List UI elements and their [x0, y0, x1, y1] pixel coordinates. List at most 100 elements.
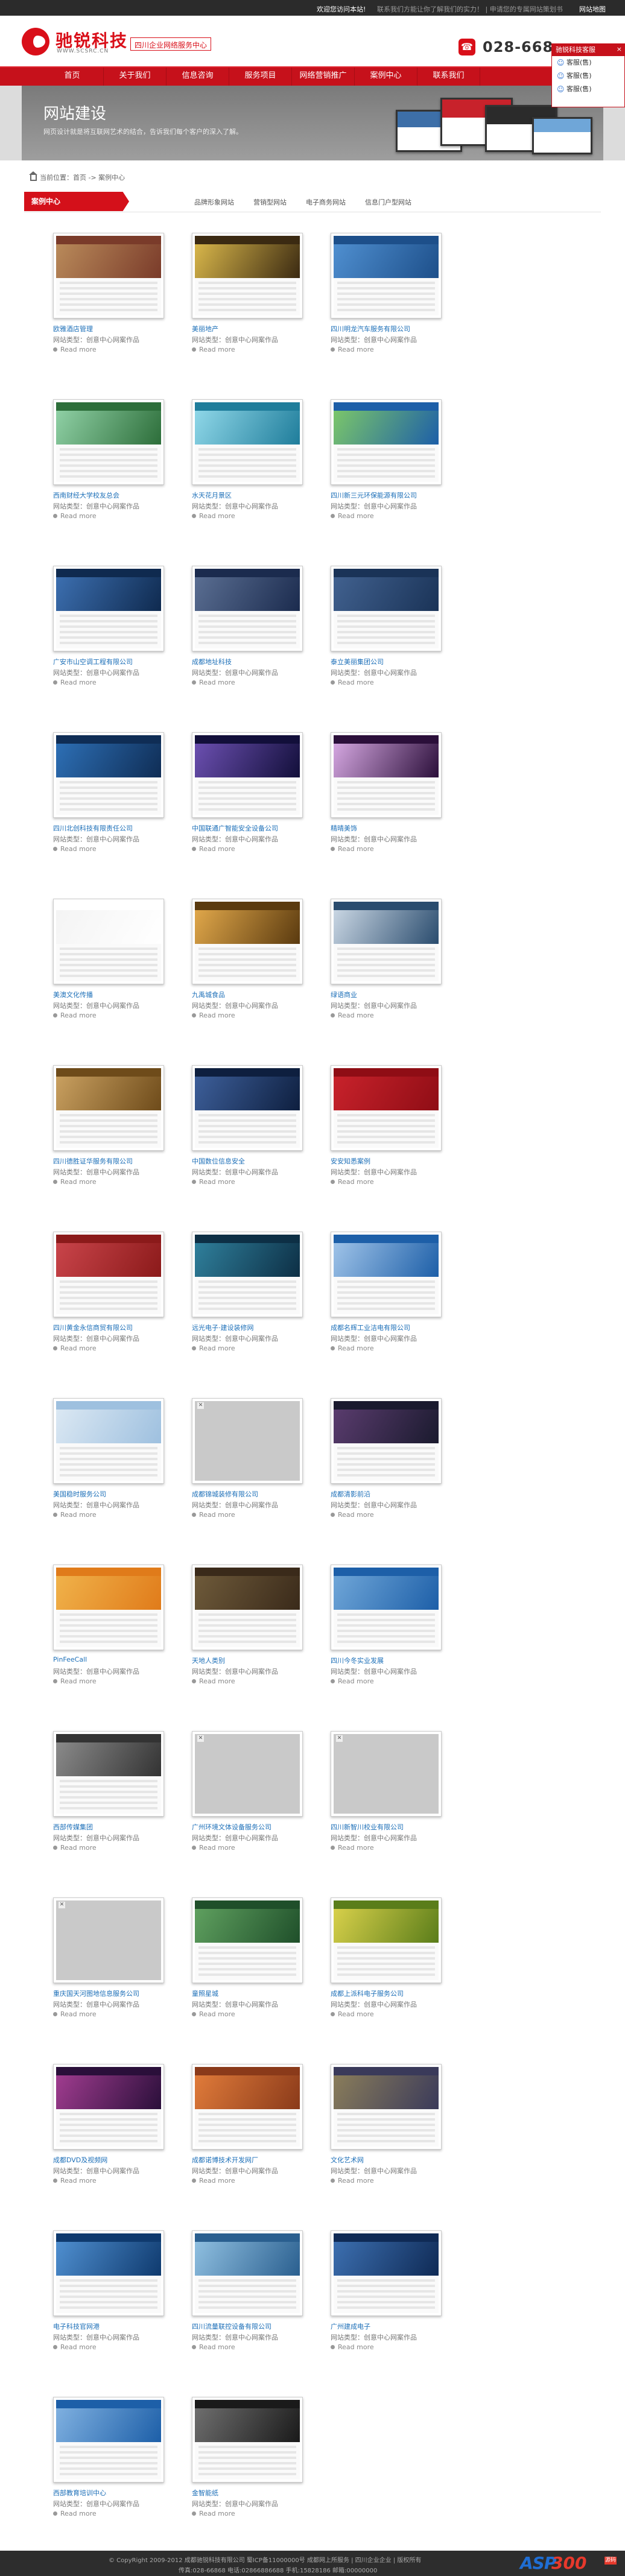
case-thumbnail[interactable] [331, 1232, 442, 1317]
case-thumbnail[interactable] [53, 899, 164, 984]
case-title-link[interactable]: 四川今冬实业发展 [331, 1656, 384, 1665]
case-thumbnail[interactable] [192, 2064, 303, 2150]
category-link[interactable]: 电子商务网站 [306, 197, 346, 207]
current-section-tab[interactable]: 案例中心 [24, 192, 129, 211]
case-title-link[interactable]: 天地人类别 [192, 1656, 225, 1665]
read-more-link[interactable]: Read more [192, 845, 235, 853]
case-title-link[interactable]: 美丽地产 [192, 324, 218, 334]
nav-item[interactable]: 首页 [41, 68, 104, 86]
case-thumbnail[interactable] [192, 732, 303, 818]
read-more-link[interactable]: Read more [192, 1011, 235, 1019]
case-title-link[interactable]: 远光电子·建设装修网 [192, 1323, 254, 1332]
nav-item[interactable]: 关于我们 [104, 68, 167, 86]
case-title-link[interactable]: 泰立美丽集团公司 [331, 657, 384, 666]
nav-item[interactable]: 服务项目 [229, 68, 292, 86]
read-more-link[interactable]: Read more [331, 679, 374, 686]
read-more-link[interactable]: Read more [192, 1844, 235, 1852]
read-more-link[interactable]: Read more [53, 1677, 97, 1685]
case-title-link[interactable]: 四川北创科技有限责任公司 [53, 823, 133, 833]
case-thumbnail[interactable] [53, 1232, 164, 1317]
case-title-link[interactable]: 西部教育培训中心 [53, 2488, 106, 2498]
case-thumbnail[interactable] [192, 1065, 303, 1151]
nav-item[interactable]: 网络营销推广 [292, 68, 355, 86]
case-thumbnail[interactable] [192, 1731, 303, 1817]
category-link[interactable]: 品牌形象网站 [194, 197, 234, 207]
case-thumbnail[interactable] [192, 1232, 303, 1317]
case-thumbnail[interactable] [331, 2064, 442, 2150]
case-thumbnail[interactable] [53, 2230, 164, 2316]
case-title-link[interactable]: 欧雅酒店管理 [53, 324, 93, 334]
case-title-link[interactable]: 四川黄金永信商贸有限公司 [53, 1323, 133, 1332]
case-thumbnail[interactable] [53, 1065, 164, 1151]
nav-item[interactable]: 信息咨询 [167, 68, 229, 86]
qq-contact[interactable]: 客服(售) [552, 69, 624, 83]
case-title-link[interactable]: 成都诺博技术开发网厂 [192, 2155, 258, 2165]
breadcrumb-text[interactable]: 当前位置：首页 -> 案例中心 [40, 174, 125, 182]
case-title-link[interactable]: 文化艺术网 [331, 2155, 364, 2165]
read-more-link[interactable]: Read more [53, 1011, 97, 1019]
case-title-link[interactable]: 成都DVD及视频网 [53, 2155, 107, 2165]
case-thumbnail[interactable] [192, 2397, 303, 2483]
sitemap-link[interactable]: 网站地图 [579, 4, 606, 14]
case-thumbnail[interactable] [331, 1065, 442, 1151]
case-thumbnail[interactable] [331, 899, 442, 984]
read-more-link[interactable]: Read more [192, 2343, 235, 2351]
case-title-link[interactable]: 西部传媒集团 [53, 1822, 93, 1832]
case-thumbnail[interactable] [53, 1398, 164, 1484]
case-thumbnail[interactable] [192, 399, 303, 485]
case-title-link[interactable]: 童照星城 [192, 1989, 218, 1998]
case-title-link[interactable]: 成都锦城装修有限公司 [192, 1489, 258, 1499]
case-thumbnail[interactable] [53, 1731, 164, 1817]
read-more-link[interactable]: Read more [192, 1511, 235, 1519]
read-more-link[interactable]: Read more [192, 1344, 235, 1352]
case-thumbnail[interactable] [53, 233, 164, 318]
case-title-link[interactable]: 绿语商业 [331, 990, 357, 999]
case-thumbnail[interactable] [331, 1897, 442, 1983]
case-thumbnail[interactable] [331, 2230, 442, 2316]
read-more-link[interactable]: Read more [53, 1344, 97, 1352]
read-more-link[interactable]: Read more [53, 512, 97, 520]
read-more-link[interactable]: Read more [53, 2177, 97, 2185]
case-title-link[interactable]: 中国数位信息安全 [192, 1156, 245, 1166]
case-title-link[interactable]: 成都名辉工业洁电有限公司 [331, 1323, 410, 1332]
case-title-link[interactable]: 成都上派科电子服务公司 [331, 1989, 404, 1998]
case-title-link[interactable]: 广州建成电子 [331, 2321, 370, 2331]
read-more-link[interactable]: Read more [331, 1511, 374, 1519]
case-title-link[interactable]: 广州环境文体设备服务公司 [192, 1822, 271, 1832]
read-more-link[interactable]: Read more [53, 1844, 97, 1852]
read-more-link[interactable]: Read more [331, 512, 374, 520]
read-more-link[interactable]: Read more [331, 2177, 374, 2185]
case-title-link[interactable]: 安安知悉案例 [331, 1156, 370, 1166]
read-more-link[interactable]: Read more [192, 1178, 235, 1186]
nav-item[interactable]: 联系我们 [417, 68, 480, 86]
qq-contact[interactable]: 客服(售) [552, 83, 624, 96]
case-thumbnail[interactable] [53, 2064, 164, 2150]
case-thumbnail[interactable] [331, 1398, 442, 1484]
case-thumbnail[interactable] [331, 1731, 442, 1817]
case-title-link[interactable]: 西南财经大学校友总会 [53, 490, 119, 500]
case-title-link[interactable]: 中国联通广智能安全设备公司 [192, 823, 278, 833]
case-title-link[interactable]: PinFeeCall [53, 1656, 87, 1663]
case-title-link[interactable]: 广安市山空调工程有限公司 [53, 657, 133, 666]
case-thumbnail[interactable] [192, 1897, 303, 1983]
case-title-link[interactable]: 水天花月景区 [192, 490, 232, 500]
case-title-link[interactable]: 精晴美饰 [331, 823, 357, 833]
read-more-link[interactable]: Read more [53, 2343, 97, 2351]
case-thumbnail[interactable] [331, 732, 442, 818]
case-title-link[interactable]: 重庆国天河图地信息服务公司 [53, 1989, 139, 1998]
case-title-link[interactable]: 电子科技官网港 [53, 2321, 100, 2331]
case-title-link[interactable]: 成都地址科技 [192, 657, 232, 666]
case-title-link[interactable]: 九禹城食品 [192, 990, 225, 999]
case-thumbnail[interactable] [53, 1897, 164, 1983]
read-more-link[interactable]: Read more [53, 1511, 97, 1519]
read-more-link[interactable]: Read more [192, 2177, 235, 2185]
read-more-link[interactable]: Read more [192, 512, 235, 520]
case-thumbnail[interactable] [192, 899, 303, 984]
read-more-link[interactable]: Read more [192, 679, 235, 686]
case-thumbnail[interactable] [331, 399, 442, 485]
read-more-link[interactable]: Read more [192, 2010, 235, 2018]
read-more-link[interactable]: Read more [331, 346, 374, 353]
read-more-link[interactable]: Read more [53, 2510, 97, 2517]
read-more-link[interactable]: Read more [331, 1011, 374, 1019]
read-more-link[interactable]: Read more [331, 2010, 374, 2018]
